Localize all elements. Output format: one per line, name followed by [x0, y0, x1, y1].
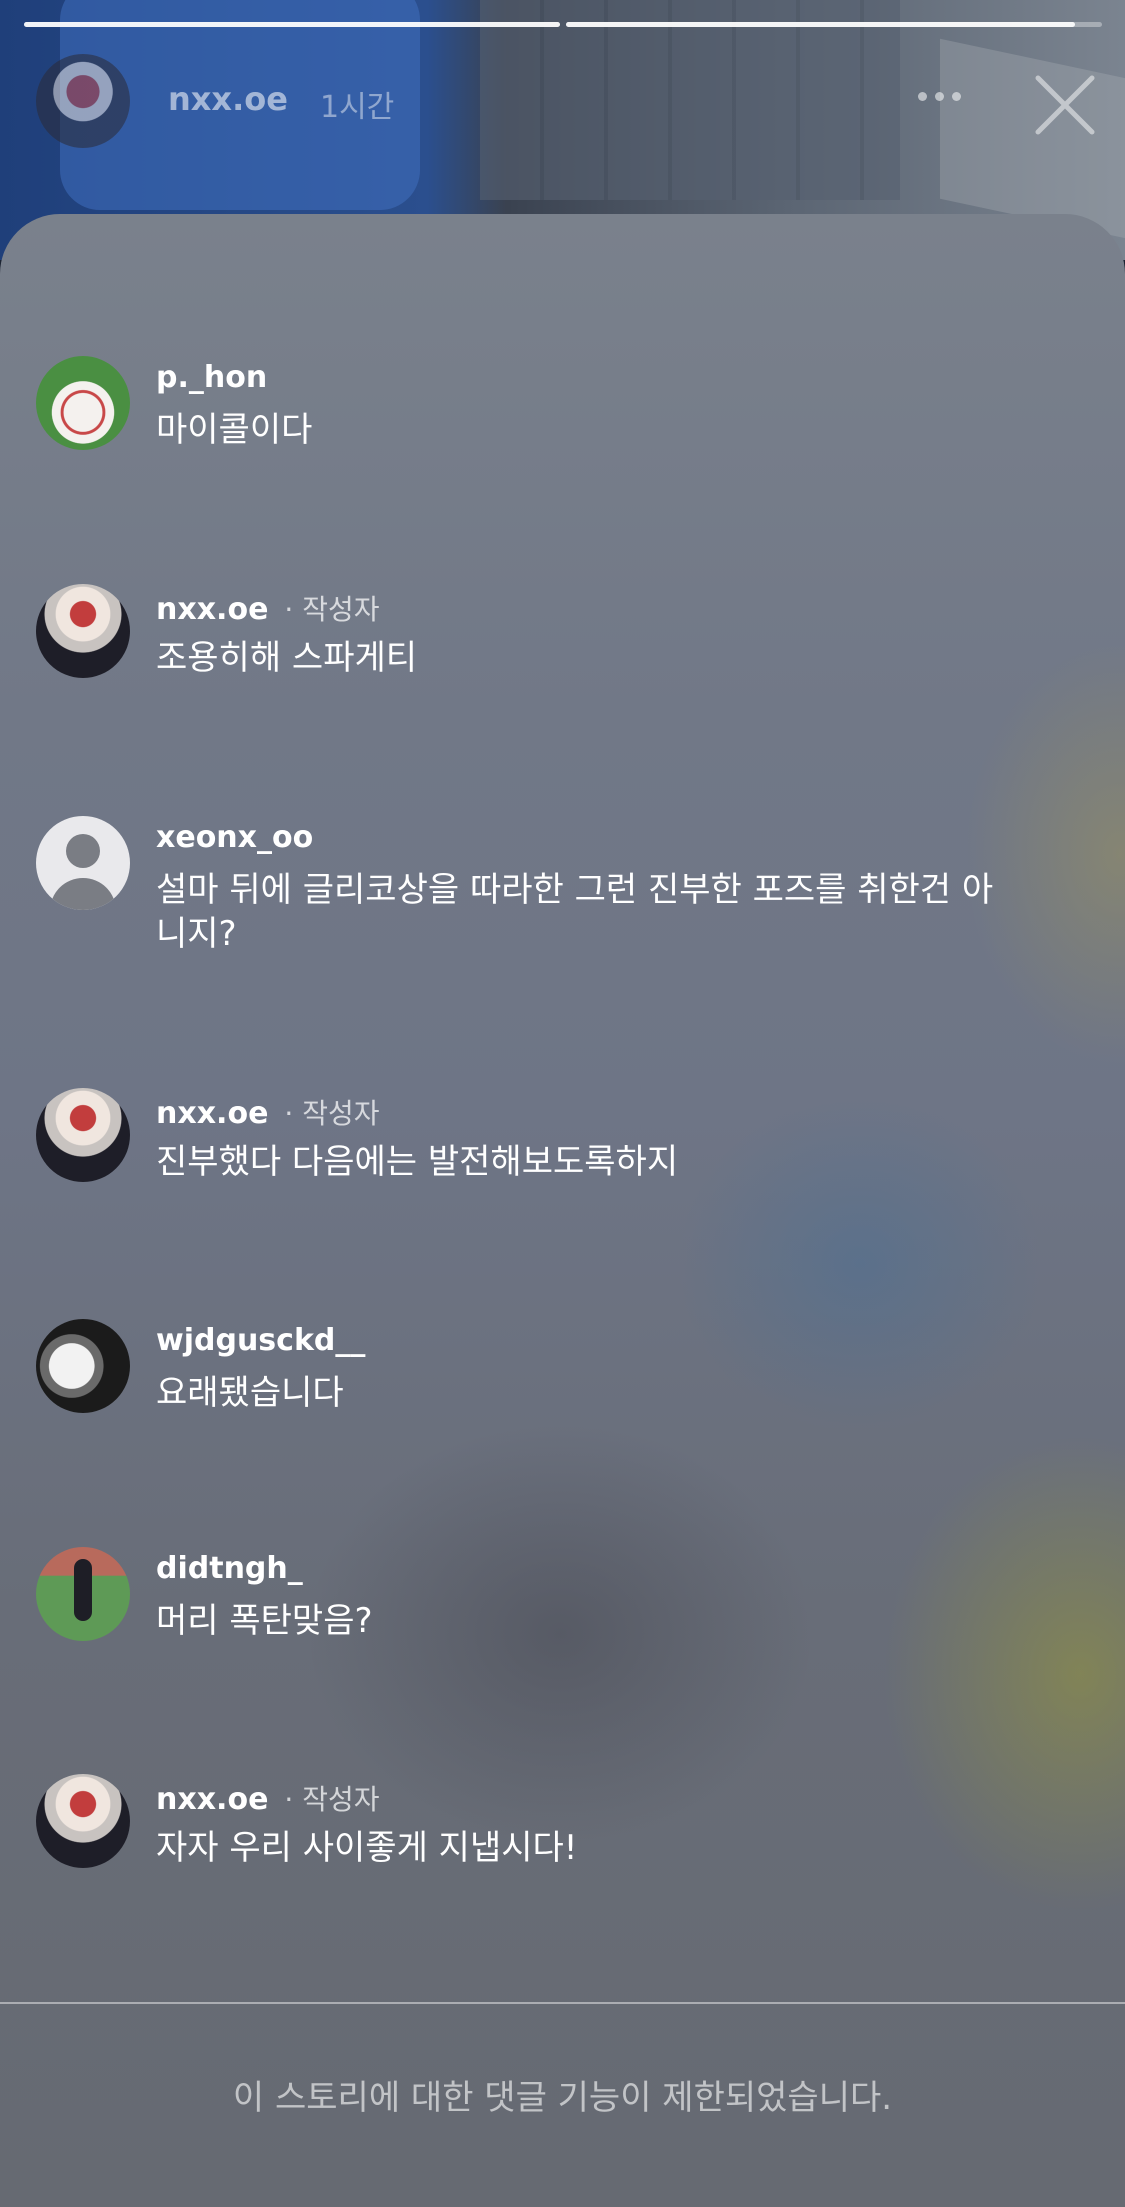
comment-text: 조용히해 스파게티 [156, 638, 418, 678]
comments-restricted-notice: 이 스토리에 대한 댓글 기능이 제한되었습니다. [232, 2078, 893, 2118]
comment-item: nxx.oe · 작성자 진부했다 다음에는 발전해보도록하지 [36, 1088, 1076, 1208]
commenter-username[interactable]: nxx.oe [156, 1096, 268, 1131]
comment-item: wjdgusckd__ 요래됐습니다 [36, 1319, 1076, 1439]
more-options-icon[interactable] [918, 84, 974, 108]
story-progress-1-fill [24, 22, 560, 27]
commenter-avatar[interactable] [36, 1774, 130, 1868]
comment-header: nxx.oe · 작성자 [156, 1778, 380, 1818]
close-icon[interactable] [1030, 70, 1100, 140]
author-tag: · 작성자 [284, 1097, 380, 1130]
comment-text: 마이콜이다 [156, 410, 313, 450]
commenter-username[interactable]: didtngh_ [156, 1551, 303, 1586]
story-time: 1시간 [320, 90, 395, 125]
commenter-avatar[interactable] [36, 1088, 130, 1182]
comment-text: 진부했다 다음에는 발전해보도록하지 [156, 1142, 679, 1182]
story-author-avatar[interactable] [36, 54, 130, 148]
commenter-avatar[interactable] [36, 584, 130, 678]
comment-text: 머리 폭탄맞음? [156, 1601, 373, 1641]
comment-text: 자자 우리 사이좋게 지냅시다! [156, 1828, 578, 1868]
commenter-username[interactable]: nxx.oe [156, 1782, 268, 1817]
author-tag: · 작성자 [284, 593, 380, 626]
comment-text: 요래됐습니다 [156, 1373, 344, 1413]
comment-item: xeonx_oo 설마 뒤에 글리코상을 따라한 그런 진부한 포즈를 취한건 … [36, 816, 1076, 986]
comment-header: xeonx_oo [156, 820, 313, 855]
commenter-username[interactable]: xeonx_oo [156, 820, 313, 855]
comment-header: wjdgusckd__ [156, 1323, 365, 1358]
commenter-username[interactable]: p._hon [156, 360, 267, 395]
story-photo-building [480, 0, 900, 200]
comment-item: nxx.oe · 작성자 자자 우리 사이좋게 지냅시다! [36, 1774, 1076, 1894]
comment-header: p._hon [156, 360, 267, 395]
story-progress-1 [24, 22, 560, 27]
commenter-avatar[interactable] [36, 356, 130, 450]
story-author-username[interactable]: nxx.oe [168, 80, 288, 118]
comment-item: nxx.oe · 작성자 조용히해 스파게티 [36, 584, 1076, 704]
author-tag: · 작성자 [284, 1783, 380, 1816]
story-progress-2-fill [566, 22, 1076, 27]
default-avatar-icon[interactable] [36, 816, 130, 910]
comment-text: 설마 뒤에 글리코상을 따라한 그런 진부한 포즈를 취한건 아니지? [156, 870, 994, 954]
comments-sheet: p._hon 마이콜이다 nxx.oe · 작성자 조용히해 스파게티 xeon… [0, 214, 1125, 2207]
comment-item: didtngh_ 머리 폭탄맞음? [36, 1547, 1076, 1667]
commenter-avatar[interactable] [36, 1547, 130, 1641]
commenter-username[interactable]: nxx.oe [156, 592, 268, 627]
story-progress-2 [566, 22, 1102, 27]
comment-header: nxx.oe · 작성자 [156, 588, 380, 628]
comment-item: p._hon 마이콜이다 [36, 356, 1076, 476]
comment-header: nxx.oe · 작성자 [156, 1092, 380, 1132]
commenter-username[interactable]: wjdgusckd__ [156, 1323, 365, 1358]
commenter-avatar[interactable] [36, 1319, 130, 1413]
footer-divider [0, 2002, 1125, 2004]
comment-header: didtngh_ [156, 1551, 303, 1586]
